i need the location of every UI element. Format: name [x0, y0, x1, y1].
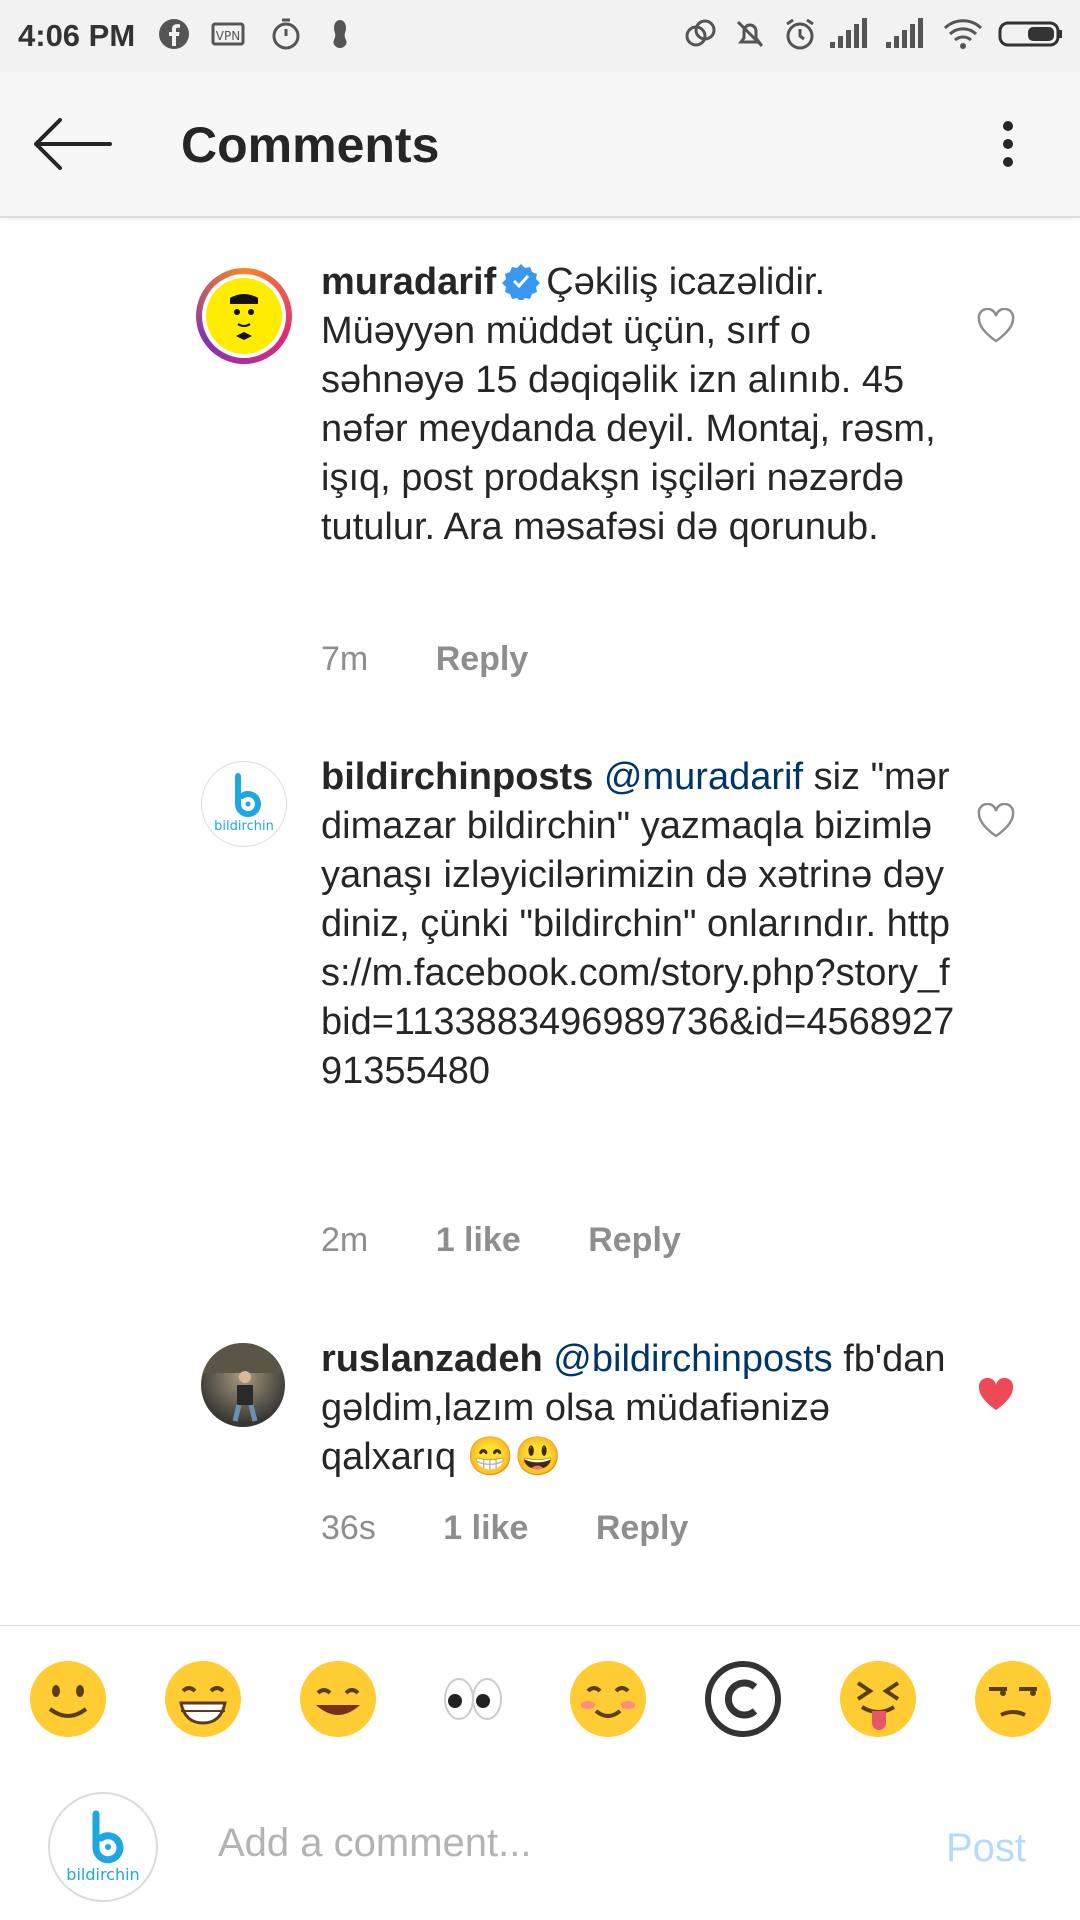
comment-time: 36s — [321, 1509, 376, 1547]
avatar[interactable] — [196, 268, 292, 364]
signal-icon-1 — [830, 18, 867, 48]
emoji-quick-bar — [0, 1625, 1080, 1769]
app-bar: Comments — [0, 72, 1080, 218]
mute-icon — [736, 20, 764, 48]
comment-meta: 36s 1 like Reply — [321, 1509, 746, 1548]
comment-username[interactable]: bildirchinposts — [321, 756, 593, 798]
signal-icon-2 — [886, 18, 923, 48]
battery-icon — [998, 21, 1062, 47]
reply-button[interactable]: Reply — [596, 1509, 689, 1547]
wifi-icon — [943, 19, 983, 49]
comment-body: bildirchinposts @muradarif siz "mərdimaz… — [321, 753, 961, 1096]
reply-button[interactable]: Reply — [588, 1221, 681, 1259]
status-time: 4:06 PM — [18, 18, 136, 53]
comment-input[interactable] — [216, 1812, 920, 1874]
comment-input-bar: bildirchin Post — [0, 1768, 1080, 1920]
smiling-eyes-face-icon[interactable] — [298, 1659, 378, 1739]
copyright-icon[interactable] — [703, 1659, 783, 1739]
mention-link[interactable]: @muradarif — [604, 756, 803, 798]
comment-time: 2m — [321, 1221, 369, 1259]
comment-text: siz "mərdimazar bildirchin" yazmaqla biz… — [321, 756, 955, 1092]
avatar[interactable]: bildirchin — [201, 761, 287, 847]
vpn-icon: VPN — [211, 22, 245, 46]
verified-badge-icon — [502, 264, 541, 300]
facebook-notification-icon — [159, 19, 189, 49]
back-arrow-icon[interactable] — [30, 112, 114, 176]
logo-text: bildirchin — [214, 819, 274, 834]
comment-body: muradarif Çəkiliş icazəlidir. Müəyyən müd… — [321, 258, 961, 552]
timer-icon — [272, 18, 300, 50]
likes-count[interactable]: 1 like — [436, 1221, 521, 1259]
like-heart-icon[interactable] — [976, 308, 1016, 344]
muradarif-avatar-icon — [202, 274, 286, 358]
comment-meta: 2m 1 like Reply — [321, 1221, 739, 1260]
blushing-face-icon[interactable] — [568, 1659, 648, 1739]
more-options-icon[interactable] — [990, 112, 1026, 176]
unamused-face-icon[interactable] — [973, 1659, 1053, 1739]
reply-button[interactable]: Reply — [436, 640, 529, 678]
comment-time: 7m — [321, 640, 369, 678]
avatar[interactable] — [201, 1343, 285, 1427]
comment-meta: 7m Reply — [321, 640, 586, 679]
page-title: Comments — [181, 117, 440, 173]
alarm-icon — [786, 18, 814, 50]
grinning-face-icon[interactable] — [163, 1659, 243, 1739]
ruslanzadeh-avatar-icon — [201, 1343, 285, 1422]
bildirchin-logo-icon: bildirchin — [66, 1810, 140, 1884]
post-button[interactable]: Post — [946, 1826, 1026, 1871]
app-notification-icon — [333, 20, 347, 48]
eyes-icon[interactable] — [433, 1659, 513, 1739]
bildirchin-logo-icon: bildirchin — [214, 773, 274, 834]
comment-body: ruslanzadeh @bildirchinposts fb'dan gəld… — [321, 1335, 961, 1482]
comment-username[interactable]: ruslanzadeh — [321, 1338, 543, 1380]
comment-text: Çəkiliş icazəlidir. Müəyyən müddət üçün,… — [321, 261, 936, 548]
mention-link[interactable]: @bildirchinposts — [553, 1338, 832, 1380]
likes-count[interactable]: 1 like — [443, 1509, 528, 1547]
current-user-avatar: bildirchin — [48, 1792, 158, 1902]
liked-heart-icon[interactable] — [976, 1377, 1016, 1413]
comment-username[interactable]: muradarif — [321, 261, 496, 303]
status-bar: 4:06 PM VPN — [0, 0, 1080, 72]
like-heart-icon[interactable] — [976, 803, 1016, 839]
svg-text:VPN: VPN — [216, 29, 240, 43]
slightly-smiling-face-icon[interactable] — [28, 1659, 108, 1739]
tongue-out-face-icon[interactable] — [838, 1659, 918, 1739]
link-icon — [685, 19, 716, 47]
logo-text: bildirchin — [66, 1865, 139, 1884]
